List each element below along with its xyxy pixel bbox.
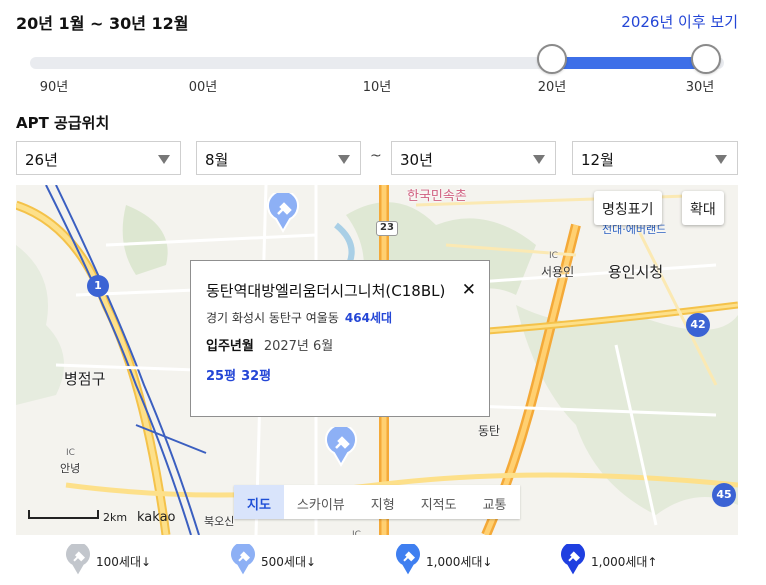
map-label-ic: IC — [66, 448, 75, 458]
map-type-skyview[interactable]: 스카이뷰 — [284, 485, 358, 519]
from-month-value: 8월 — [205, 151, 229, 169]
route-42-shield: 42 — [686, 313, 710, 337]
apt-units[interactable]: 464세대 — [345, 311, 392, 325]
tick-label: 20년 — [537, 80, 567, 95]
movein-value: 2027년 6월 — [263, 339, 334, 354]
after-2026-link[interactable]: 2026년 이후 보기 — [621, 11, 738, 32]
map-provider-logo: kakao — [137, 510, 176, 525]
legend-marker-icon — [561, 542, 585, 575]
legend-item: 100세대↓ — [64, 542, 151, 576]
tick-label: 10년 — [362, 80, 392, 95]
tick-label: 30년 — [685, 80, 715, 95]
map-view[interactable]: 한국민속촌 23 1 42 45 서용인 용인시청 전대·에버랜드 병점구 동탄… — [16, 185, 738, 535]
supply-section-title: APT 공급위치 — [16, 114, 110, 132]
apt-marker-icon[interactable] — [324, 423, 358, 467]
map-label-seoul-ic: 서용인 — [541, 265, 575, 279]
map-label-anyeong: 안녕 — [60, 462, 81, 475]
legend-marker-icon — [66, 542, 90, 575]
map-type-traffic[interactable]: 교통 — [470, 485, 520, 519]
from-year-value: 26년 — [25, 151, 58, 169]
movein-label: 입주년월 — [206, 339, 254, 354]
size-link[interactable]: 32평 — [241, 369, 271, 384]
slider-end-handle[interactable] — [691, 44, 721, 74]
apt-marker-icon[interactable] — [266, 189, 300, 233]
slider-start-handle[interactable] — [537, 44, 567, 74]
legend-marker-icon — [396, 542, 420, 575]
map-label-byeongjeom: 병점구 — [64, 370, 106, 388]
map-label-jc: JC — [352, 530, 361, 535]
legend-item: 500세대↓ — [229, 542, 316, 576]
route-1-shield: 1 — [87, 275, 109, 297]
name-display-button[interactable]: 명칭표기 — [594, 191, 662, 225]
to-year-select[interactable]: 30년 — [391, 141, 556, 175]
to-year-value: 30년 — [400, 151, 433, 169]
from-month-select[interactable]: 8월 — [196, 141, 361, 175]
unit-legend: 100세대↓ 500세대↓ 1,000세대↓ 1,000세대↑ — [0, 542, 766, 578]
map-label-dongtan: 동탄 — [478, 424, 501, 438]
period-header: 20년 1월 ~ 30년 12월 2026년 이후 보기 — [16, 10, 738, 34]
map-scale: 2km — [28, 507, 138, 526]
tick-label: 00년 — [188, 80, 218, 95]
route-23-shield: 23 — [376, 221, 398, 236]
close-icon[interactable]: ✕ — [462, 280, 476, 300]
map-type-bar: 지도 스카이뷰 지형 지적도 교통 — [234, 485, 520, 519]
apt-info-popup: 동탄역대방엘리움더시그니처(C18BL) ✕ 경기 화성시 동탄구 여울동 464… — [190, 260, 490, 417]
from-year-select[interactable]: 26년 — [16, 141, 181, 175]
legend-label: 500세대↓ — [261, 555, 317, 569]
to-month-value: 12월 — [581, 151, 614, 169]
tick-label: 90년 — [39, 80, 69, 95]
map-type-map[interactable]: 지도 — [234, 485, 284, 519]
map-type-cadastral[interactable]: 지적도 — [408, 485, 470, 519]
apt-address-line: 경기 화성시 동탄구 여울동 464세대 — [206, 309, 392, 326]
map-label-ic: IC — [549, 251, 558, 261]
legend-marker-icon — [231, 542, 255, 575]
apt-name: 동탄역대방엘리움더시그니처(C18BL) — [206, 282, 446, 300]
dropdown-arrow-icon — [338, 155, 350, 164]
legend-item: 1,000세대↑ — [559, 542, 658, 576]
map-label-yongin-cityhall: 용인시청 — [608, 263, 664, 281]
size-list: 25평 32평 — [206, 365, 276, 384]
to-month-select[interactable]: 12월 — [572, 141, 738, 175]
size-link[interactable]: 25평 — [206, 369, 236, 384]
legend-label: 100세대↓ — [96, 555, 152, 569]
map-label-folk-village: 한국민속촌 — [407, 189, 467, 204]
dropdown-arrow-icon — [533, 155, 545, 164]
slider-selected-range — [552, 57, 706, 69]
range-separator: ~ — [370, 148, 382, 164]
legend-label: 1,000세대↓ — [426, 555, 493, 569]
map-type-terrain[interactable]: 지형 — [358, 485, 408, 519]
legend-item: 1,000세대↓ — [394, 542, 493, 576]
year-range-slider[interactable]: 90년 00년 10년 20년 30년 — [16, 44, 738, 102]
scale-label: 2km — [103, 511, 128, 524]
movein-row: 입주년월 2027년 6월 — [206, 335, 333, 354]
zoom-button[interactable]: 확대 — [682, 191, 724, 225]
dropdown-arrow-icon — [715, 155, 727, 164]
period-range-text: 20년 1월 ~ 30년 12월 — [16, 14, 189, 33]
map-label-bugosin: 북오신 — [204, 515, 235, 528]
apt-address: 경기 화성시 동탄구 여울동 — [206, 311, 339, 325]
legend-label: 1,000세대↑ — [591, 555, 658, 569]
dropdown-arrow-icon — [158, 155, 170, 164]
route-45-shield: 45 — [712, 483, 736, 507]
